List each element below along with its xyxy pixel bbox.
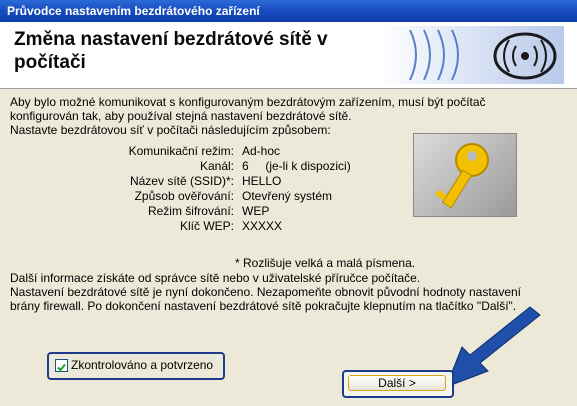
setting-label: Kanál: (199, 159, 234, 173)
info-line-2: Nastavení bezdrátové sítě je nyní dokonč… (10, 285, 522, 299)
page-title: Změna nastavení bezdrátové sítě v počíta… (14, 29, 328, 73)
setting-label: Režim šifrování: (147, 204, 234, 218)
arrow-icon (445, 306, 541, 388)
intro-text: Aby bylo možné komunikovat s konfigurova… (10, 95, 570, 137)
checkmark-icon (57, 363, 66, 372)
window-title: Průvodce nastavením bezdrátového zařízen… (7, 4, 260, 18)
wizard-window: Průvodce nastavením bezdrátového zařízen… (0, 0, 577, 406)
setting-value: Ad-hoc (242, 144, 281, 158)
setting-label: Způsob ověřování: (134, 189, 234, 203)
next-button[interactable]: Další > (342, 370, 454, 398)
setting-value: Otevřený systém (242, 189, 333, 203)
confirm-checkbox[interactable]: Zkontrolováno a potvrzeno (47, 352, 225, 380)
checkbox-label: Zkontrolováno a potvrzeno (71, 358, 214, 372)
key-icon (413, 133, 517, 217)
title-bar: Průvodce nastavením bezdrátového zařízen… (0, 0, 577, 22)
wireless-signal-icon (380, 26, 564, 84)
setting-label: Název sítě (SSID)*: (129, 174, 234, 188)
info-line-1: Další informace získáte od správce sítě … (10, 271, 421, 285)
next-button-label: Další > (348, 375, 446, 391)
checkbox-box[interactable] (55, 359, 68, 372)
setting-value: XXXXX (242, 219, 283, 233)
intro-line-2: konfigurován tak, aby používal stejná na… (10, 109, 352, 123)
setting-value: 6 (je-li k dispozici) (242, 159, 351, 173)
case-sensitive-note: * Rozlišuje velká a malá písmena. (235, 256, 416, 270)
intro-line-1: Aby bylo možné komunikovat s konfigurova… (10, 95, 486, 109)
setting-value: HELLO (242, 174, 282, 188)
header-banner: Změna nastavení bezdrátové sítě v počíta… (0, 22, 577, 89)
setting-label: Komunikační režim: (128, 144, 234, 158)
setting-label: Klíč WEP: (179, 219, 234, 233)
setting-value: WEP (242, 204, 270, 218)
